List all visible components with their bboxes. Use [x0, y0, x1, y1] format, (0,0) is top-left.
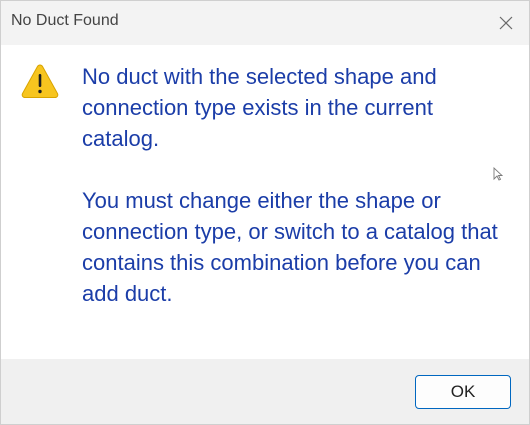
window-title: No Duct Found — [11, 12, 119, 29]
mouse-cursor-icon — [493, 166, 504, 181]
dialog-content: No duct with the selected shape and conn… — [1, 45, 529, 359]
ok-button[interactable]: OK — [415, 375, 511, 409]
message-dialog: No Duct Found No duct with the selected … — [0, 0, 530, 425]
message-paragraph-1: No duct with the selected shape and conn… — [82, 64, 437, 151]
title-bar: No Duct Found — [1, 1, 529, 45]
close-button[interactable] — [483, 1, 529, 45]
message-paragraph-2: You must change either the shape or conn… — [82, 188, 498, 306]
close-icon — [499, 16, 513, 30]
message-text: No duct with the selected shape and conn… — [82, 61, 512, 309]
button-bar: OK — [1, 359, 529, 424]
warning-icon — [21, 63, 59, 99]
